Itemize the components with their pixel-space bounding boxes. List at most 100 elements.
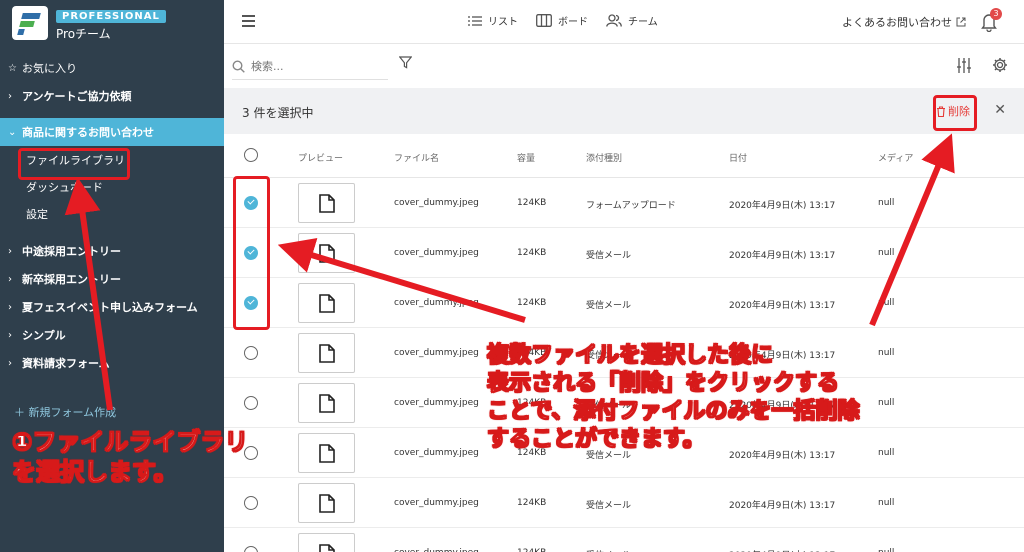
file-preview[interactable]	[298, 333, 355, 373]
view-board[interactable]: ボード	[536, 13, 588, 28]
file-size: 124KB	[517, 548, 546, 552]
attachment-type: 受信メール	[586, 501, 632, 511]
sidebar-item-label: 中途採用エントリー	[22, 245, 121, 258]
file-name[interactable]: cover_dummy.jpeg	[394, 498, 479, 508]
document-icon	[319, 444, 335, 463]
document-icon	[319, 394, 335, 413]
annotation-highlight-file-library	[18, 148, 130, 180]
sidebar-item-label: 商品に関するお問い合わせ	[22, 126, 154, 139]
brand: PROFESSIONAL Proチーム	[0, 0, 224, 46]
attachment-type: 受信メール	[586, 301, 632, 311]
file-date: 2020年4月9日(木) 13:17	[729, 548, 835, 552]
file-name[interactable]: cover_dummy.jpeg	[394, 448, 479, 458]
document-icon	[319, 244, 335, 263]
close-icon[interactable]: ✕	[994, 102, 1006, 118]
document-icon	[319, 544, 335, 552]
col-filename: ファイル名	[394, 154, 440, 164]
col-date: 日付	[729, 154, 748, 164]
star-icon: ☆	[8, 62, 17, 74]
view-board-label: ボード	[558, 17, 588, 28]
file-preview[interactable]	[298, 233, 355, 273]
file-preview[interactable]	[298, 383, 355, 423]
file-date: 2020年4月9日(木) 13:17	[729, 301, 836, 311]
sidebar-item-simple[interactable]: › シンプル	[0, 321, 224, 349]
select-all-checkbox[interactable]	[244, 148, 258, 162]
faq-link[interactable]: よくあるお問い合わせ	[842, 14, 966, 30]
table-header: プレビュー ファイル名 容量 添付種別 日付 メディア	[224, 134, 1024, 178]
file-preview[interactable]	[298, 533, 355, 552]
sidebar-item-label: 夏フェスイベント申し込みフォーム	[22, 301, 198, 314]
file-size: 124KB	[517, 298, 547, 308]
sidebar-item-product-inquiry[interactable]: ⌄ 商品に関するお問い合わせ	[0, 118, 224, 146]
attachment-type: 受信メール	[586, 251, 632, 261]
table-row[interactable]: cover_dummy.jpeg 124KB 受信メール 2020年4月9日(木) 1…	[224, 278, 1024, 328]
view-switcher: リスト ボード チーム	[468, 13, 658, 28]
gear-icon[interactable]	[992, 57, 1008, 73]
chevron-down-icon: ⌄	[8, 126, 17, 138]
table-row[interactable]: cover_dummy.jpeg 124KB フォームアップロード 2020年4月9日…	[224, 178, 1024, 228]
file-name[interactable]: cover_dummy.jpeg	[394, 548, 479, 552]
row-checkbox[interactable]	[244, 546, 258, 552]
col-media: メディア	[878, 154, 914, 164]
annotation-highlight-delete	[933, 95, 977, 131]
sidebar-item-label: 資料請求フォーム	[22, 357, 110, 370]
annotation-note-line3: ことで、添付ファイルのみを一括削除	[486, 399, 860, 425]
table-row[interactable]: cover_dummy.jpeg 124KB 受信メール 2020年4月9日(木) 1…	[224, 528, 1024, 552]
team-name[interactable]: Proチーム	[56, 25, 166, 42]
file-name[interactable]: cover_dummy.jpeg	[394, 298, 479, 308]
attachment-type: フォームアップロード	[586, 201, 676, 211]
file-media: null	[878, 248, 895, 258]
sidebar-sub-settings[interactable]: 設定	[0, 200, 224, 227]
list-icon	[468, 15, 482, 26]
column-settings-icon[interactable]	[956, 58, 972, 73]
menu-icon[interactable]	[242, 15, 255, 30]
file-preview[interactable]	[298, 283, 355, 323]
sidebar-item-midcareer[interactable]: › 中途採用エントリー	[0, 237, 224, 265]
filter-bar	[224, 44, 1024, 88]
document-icon	[319, 344, 335, 363]
row-checkbox[interactable]	[244, 346, 258, 360]
table-row[interactable]: cover_dummy.jpeg 124KB 受信メール 2020年4月9日(木) 1…	[224, 478, 1024, 528]
file-size: 124KB	[517, 248, 547, 258]
sidebar-item-summer-fes[interactable]: › 夏フェスイベント申し込みフォーム	[0, 293, 224, 321]
sidebar-item-survey[interactable]: › アンケートご協力依頼	[0, 82, 224, 110]
sidebar-item-label: 新卒採用エントリー	[22, 273, 121, 286]
annotation-step1-line2: を選択します。	[11, 458, 178, 487]
file-preview[interactable]	[298, 183, 355, 223]
new-form-button[interactable]: ＋ 新規フォーム作成	[14, 404, 116, 420]
chevron-right-icon: ›	[8, 329, 12, 341]
row-checkbox[interactable]	[244, 496, 258, 510]
table-row[interactable]: cover_dummy.jpeg 124KB 受信メール 2020年4月9日(木) 1…	[224, 228, 1024, 278]
view-list-label: リスト	[488, 17, 518, 28]
chevron-right-icon: ›	[8, 301, 12, 313]
file-date: 2020年4月9日(木) 13:17	[729, 201, 836, 211]
filter-icon[interactable]	[399, 56, 412, 69]
file-name[interactable]: cover_dummy.jpeg	[394, 248, 479, 258]
file-media: null	[878, 198, 895, 208]
file-name[interactable]: cover_dummy.jpeg	[394, 398, 479, 408]
file-name[interactable]: cover_dummy.jpeg	[394, 348, 479, 358]
view-list[interactable]: リスト	[468, 13, 518, 28]
external-link-icon	[956, 17, 966, 27]
file-preview[interactable]	[298, 483, 355, 523]
file-size: 124KB	[517, 498, 547, 508]
sidebar-item-document-request[interactable]: › 資料請求フォーム	[0, 349, 224, 377]
sidebar-item-favorites[interactable]: ☆ お気に入り	[0, 54, 224, 82]
chevron-right-icon: ›	[8, 273, 12, 285]
file-name[interactable]: cover_dummy.jpeg	[394, 198, 479, 208]
file-date: 2020年4月9日(木) 13:17	[729, 251, 836, 261]
app-logo[interactable]	[12, 6, 48, 40]
faq-label: よくあるお問い合わせ	[842, 16, 952, 29]
chevron-right-icon: ›	[8, 245, 12, 257]
view-team[interactable]: チーム	[606, 13, 658, 28]
file-date: 2020年4月9日(木) 13:17	[729, 501, 836, 511]
board-icon	[536, 14, 552, 27]
file-preview[interactable]	[298, 433, 355, 473]
search-icon	[232, 60, 245, 73]
chevron-right-icon: ›	[8, 357, 12, 369]
row-checkbox[interactable]	[244, 396, 258, 410]
search-input[interactable]	[251, 60, 371, 73]
sidebar-item-newgrad[interactable]: › 新卒採用エントリー	[0, 265, 224, 293]
sidebar-item-label: シンプル	[22, 329, 66, 342]
file-media: null	[878, 448, 895, 458]
